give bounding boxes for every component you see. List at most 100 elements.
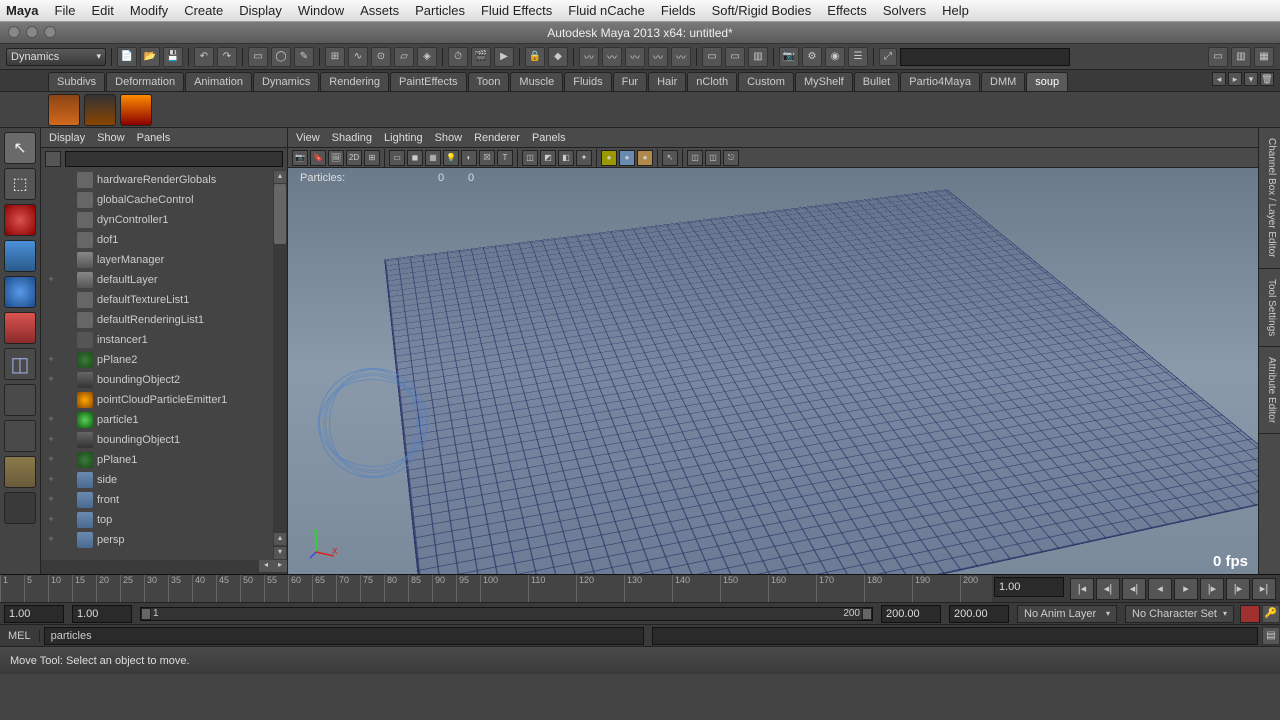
- lasso-tool[interactable]: [4, 168, 36, 200]
- vp-ao-icon[interactable]: T: [497, 150, 513, 166]
- expand-icon[interactable]: +: [45, 454, 57, 466]
- outliner-item[interactable]: + top: [41, 510, 287, 530]
- outliner-item[interactable]: defaultRenderingList1: [41, 310, 287, 330]
- select-tool[interactable]: [4, 132, 36, 164]
- vp-sel-icon[interactable]: ↖: [662, 150, 678, 166]
- time-ruler[interactable]: 1510152025303540455055606570758085909510…: [0, 575, 992, 602]
- vp-shaded-icon[interactable]: ◼: [407, 150, 423, 166]
- outliner-item[interactable]: + boundingObject1: [41, 430, 287, 450]
- prev-key-icon[interactable]: ◂|: [1096, 578, 1120, 600]
- shelf-next-icon[interactable]: ▸: [1228, 72, 1242, 86]
- anim-end-field[interactable]: [949, 605, 1009, 623]
- snap-grid-icon[interactable]: ⊞: [325, 47, 345, 67]
- snap-curve-icon[interactable]: ∿: [348, 47, 368, 67]
- redo-icon[interactable]: ↷: [217, 47, 237, 67]
- outliner-item[interactable]: layerManager: [41, 250, 287, 270]
- pane-single-icon[interactable]: ▭: [1208, 47, 1228, 67]
- shelf-menu-icon[interactable]: ▾: [1244, 72, 1258, 86]
- curve3-icon[interactable]: 〰: [625, 47, 645, 67]
- vp-light1-icon[interactable]: ●: [601, 150, 617, 166]
- outliner-item[interactable]: hardwareRenderGlobals: [41, 170, 287, 190]
- expand-icon[interactable]: +: [45, 274, 57, 286]
- select-icon[interactable]: ▭: [248, 47, 268, 67]
- render-icon[interactable]: 🎬: [471, 47, 491, 67]
- outliner-item[interactable]: dynController1: [41, 210, 287, 230]
- menu-fluid-effects[interactable]: Fluid Effects: [473, 3, 560, 18]
- outliner-menu-display[interactable]: Display: [49, 132, 85, 144]
- vp-shadow-icon[interactable]: ◐: [461, 150, 477, 166]
- shelf-item-1[interactable]: [48, 94, 80, 126]
- vp-wire-icon[interactable]: ▭: [389, 150, 405, 166]
- outliner-item[interactable]: + defaultLayer: [41, 270, 287, 290]
- vp-camera-icon[interactable]: 📷: [292, 150, 308, 166]
- layout1-icon[interactable]: ▭: [702, 47, 722, 67]
- tab-attribute-editor[interactable]: Attribute Editor: [1259, 347, 1280, 434]
- outliner-item[interactable]: + boundingObject2: [41, 370, 287, 390]
- outliner-icon[interactable]: ☰: [848, 47, 868, 67]
- outliner-scrollbar[interactable]: ▴ ▴ ▾: [273, 170, 287, 560]
- snap-live-icon[interactable]: ◈: [417, 47, 437, 67]
- mask-tool[interactable]: [4, 492, 36, 524]
- vp-light-icon[interactable]: 💡: [443, 150, 459, 166]
- hscroll-left-icon[interactable]: ◂: [259, 560, 273, 572]
- outliner-item[interactable]: + pPlane1: [41, 450, 287, 470]
- outliner-menu-panels[interactable]: Panels: [137, 132, 171, 144]
- outliner-menu-show[interactable]: Show: [97, 132, 125, 144]
- tab-muscle[interactable]: Muscle: [510, 72, 563, 91]
- tab-dynamics[interactable]: Dynamics: [253, 72, 319, 91]
- minimize-icon[interactable]: [26, 26, 38, 38]
- set-key-button[interactable]: [1240, 605, 1260, 623]
- tab-hair[interactable]: Hair: [648, 72, 686, 91]
- history-icon[interactable]: ⏱: [448, 47, 468, 67]
- zoom-icon[interactable]: [44, 26, 56, 38]
- expand-icon[interactable]: [45, 334, 57, 346]
- menu-create[interactable]: Create: [176, 3, 231, 18]
- outliner-item[interactable]: dof1: [41, 230, 287, 250]
- auto-key-icon[interactable]: 🔑: [1262, 605, 1280, 623]
- script-lang-label[interactable]: MEL: [0, 630, 40, 642]
- vp-r2-icon[interactable]: ◫: [705, 150, 721, 166]
- expand-icon[interactable]: +: [45, 494, 57, 506]
- curve2-icon[interactable]: 〰: [602, 47, 622, 67]
- tab-soup[interactable]: soup: [1026, 72, 1068, 91]
- vp-light2-icon[interactable]: ●: [619, 150, 635, 166]
- viewport[interactable]: Particles: 0 0 y x 0 fps: [288, 168, 1258, 574]
- goto-end-icon[interactable]: ▸|: [1252, 578, 1276, 600]
- lasso-icon[interactable]: ◯: [271, 47, 291, 67]
- outliner-item[interactable]: pointCloudParticleEmitter1: [41, 390, 287, 410]
- vp-menu-lighting[interactable]: Lighting: [384, 132, 423, 144]
- soft-mod-tool[interactable]: [4, 384, 36, 416]
- tab-ncloth[interactable]: nCloth: [687, 72, 737, 91]
- outliner-tree[interactable]: hardwareRenderGlobals globalCacheControl…: [41, 170, 287, 560]
- tab-deformation[interactable]: Deformation: [106, 72, 184, 91]
- range-end-field[interactable]: [881, 605, 941, 623]
- expand-icon[interactable]: [45, 194, 57, 206]
- vp-grid-icon[interactable]: ⊞: [364, 150, 380, 166]
- outliner-search[interactable]: [65, 151, 283, 167]
- tab-channel-box[interactable]: Channel Box / Layer Editor: [1259, 128, 1280, 269]
- paint-select-icon[interactable]: ✎: [294, 47, 314, 67]
- move-tool[interactable]: [4, 240, 36, 272]
- pane-split-icon[interactable]: ▥: [1231, 47, 1251, 67]
- menu-soft-rigid[interactable]: Soft/Rigid Bodies: [704, 3, 820, 18]
- close-icon[interactable]: [8, 26, 20, 38]
- tab-bullet[interactable]: Bullet: [854, 72, 900, 91]
- outliner-item[interactable]: + particle1: [41, 410, 287, 430]
- vp-r3-icon[interactable]: ⎋: [723, 150, 739, 166]
- menu-window[interactable]: Window: [290, 3, 352, 18]
- vp-xray-icon[interactable]: ☒: [479, 150, 495, 166]
- expand-icon[interactable]: +: [45, 534, 57, 546]
- show-manip-tool[interactable]: [4, 420, 36, 452]
- menu-particles[interactable]: Particles: [407, 3, 473, 18]
- tab-animation[interactable]: Animation: [185, 72, 252, 91]
- last-tool[interactable]: [4, 456, 36, 488]
- expand-icon[interactable]: +: [45, 414, 57, 426]
- play-fwd-icon[interactable]: ▸: [1174, 578, 1198, 600]
- vp-menu-view[interactable]: View: [296, 132, 320, 144]
- tab-custom[interactable]: Custom: [738, 72, 794, 91]
- menu-file[interactable]: File: [47, 3, 84, 18]
- new-scene-icon[interactable]: 📄: [117, 47, 137, 67]
- vp-menu-show[interactable]: Show: [435, 132, 463, 144]
- expand-icon[interactable]: [45, 174, 57, 186]
- expand-icon[interactable]: +: [45, 354, 57, 366]
